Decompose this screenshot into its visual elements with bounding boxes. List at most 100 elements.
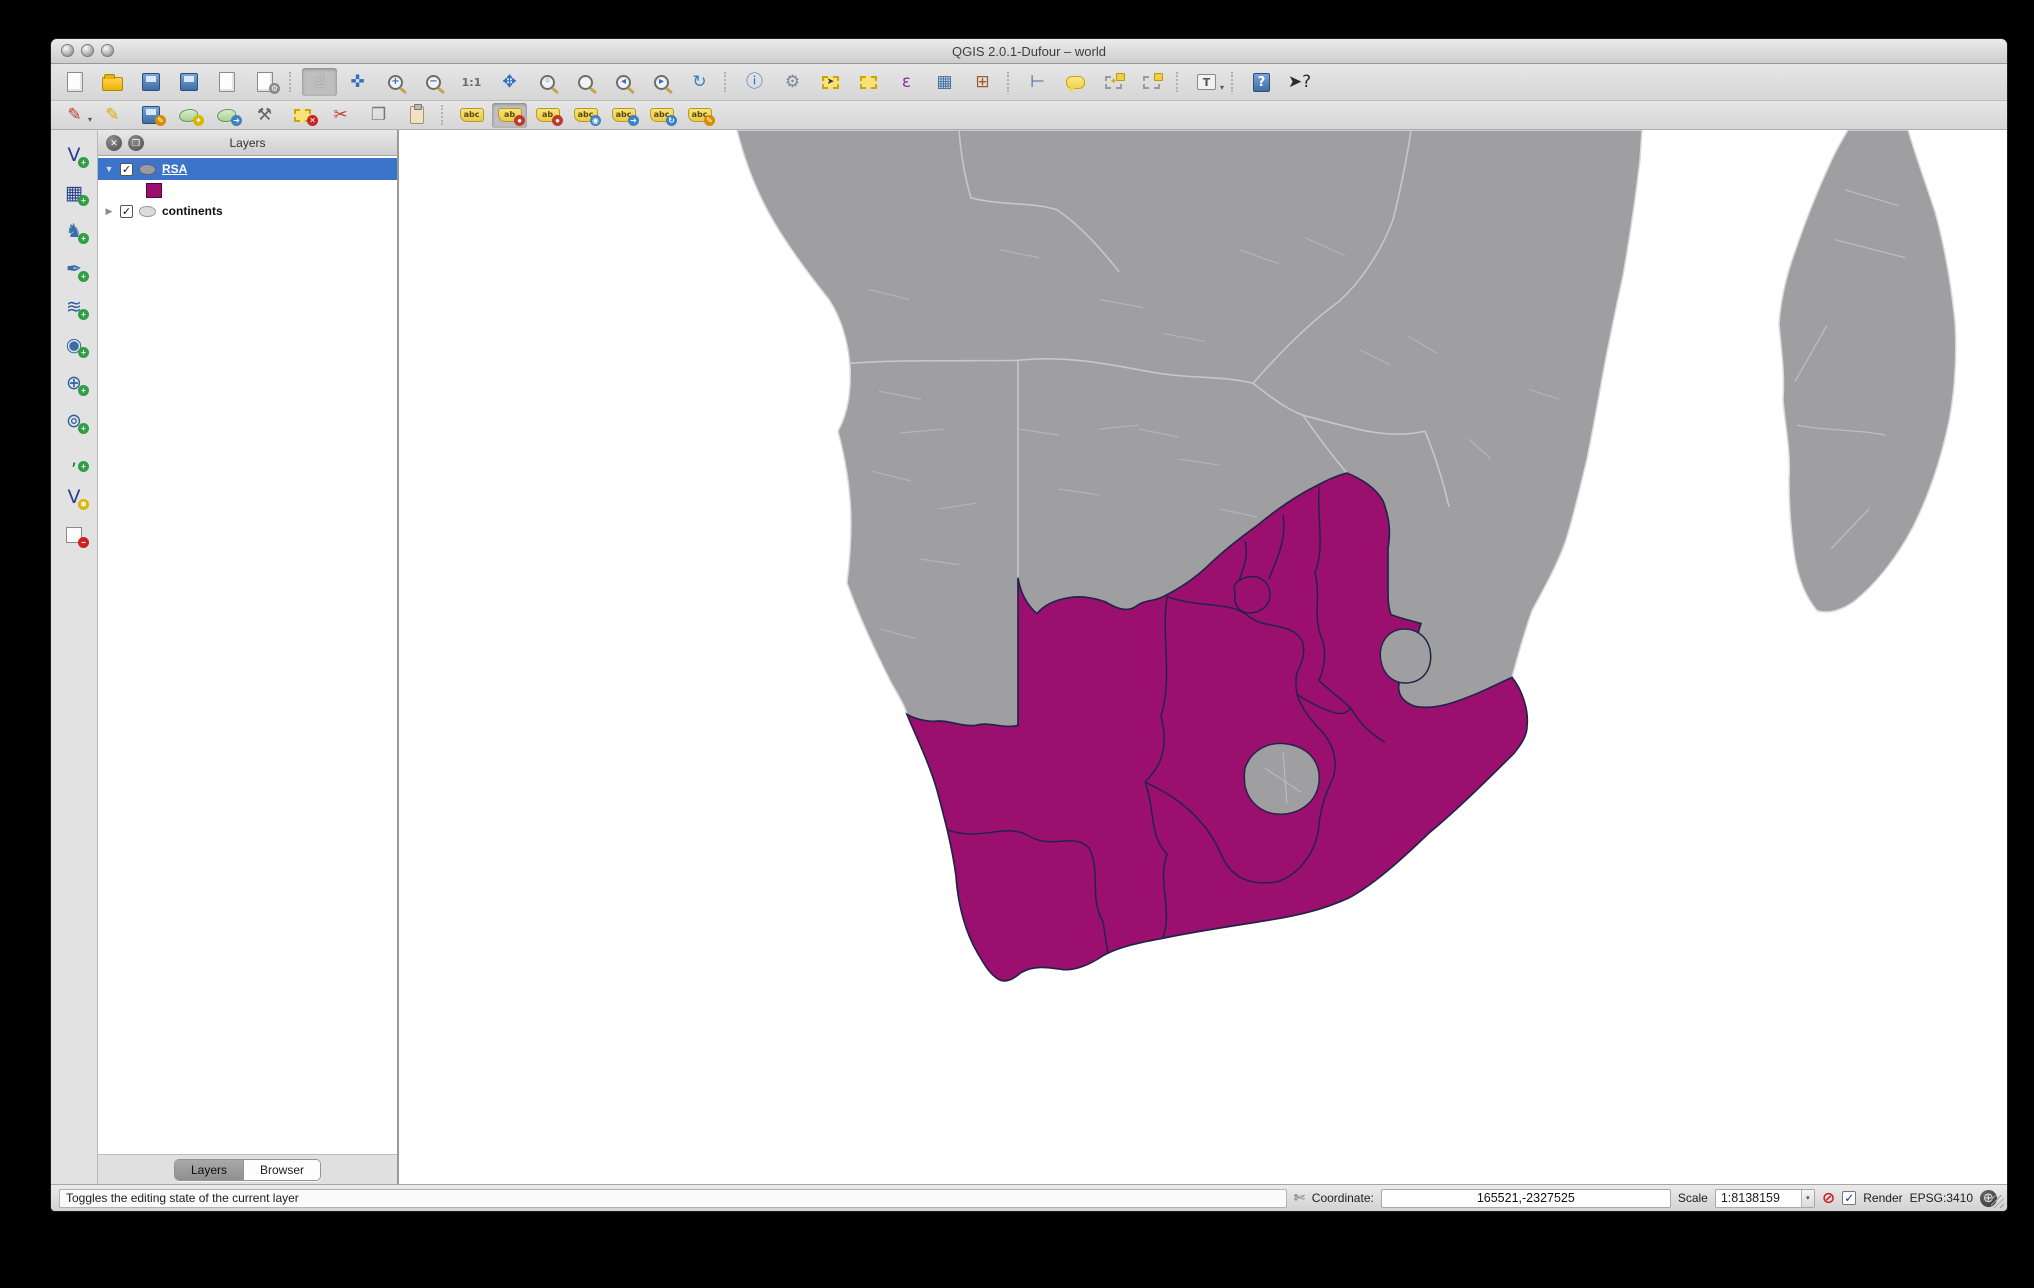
float-panel-icon[interactable]: ❒ [128, 135, 144, 151]
zoom-last-button[interactable]: ◂ [606, 68, 641, 96]
red-pencils-icon: ✎ [67, 107, 81, 124]
zoom-next-icon: ▸ [654, 75, 669, 90]
expander-icon[interactable]: ▶ [104, 206, 114, 217]
minimize-window-button[interactable] [81, 44, 94, 57]
label-move-button[interactable]: abc ➜ [606, 103, 641, 128]
zoom-to-layer-button[interactable] [568, 68, 603, 96]
scale-label: Scale [1678, 1191, 1708, 1205]
label-toggle-display-button[interactable]: abc ◉ [568, 103, 603, 128]
paste-features-button[interactable] [399, 103, 434, 128]
panel-tab-bar: Layers Browser [98, 1154, 397, 1184]
zoom-in-button[interactable]: + [378, 68, 413, 96]
polygon-layer-icon [139, 206, 156, 217]
save-project-as-button[interactable] [171, 68, 206, 96]
current-edits-button[interactable]: ✎ ▾ [57, 103, 92, 128]
swaziland-enclave [1380, 629, 1430, 683]
field-calculator-button[interactable]: ⊞ [965, 68, 1000, 96]
map-tips-button[interactable] [1058, 68, 1093, 96]
chevron-down-icon[interactable]: ▾ [1801, 1190, 1814, 1207]
refresh-map-button[interactable]: ↻ [682, 68, 717, 96]
select-by-expression-button[interactable]: ε [889, 68, 924, 96]
add-feature-button[interactable]: ✦ [171, 103, 206, 128]
node-tool-button[interactable]: ⚒ [247, 103, 282, 128]
coordinate-label: Coordinate: [1312, 1191, 1374, 1205]
save-as-icon [180, 73, 198, 91]
add-postgis-layer-button[interactable]: ♞ + [57, 216, 91, 246]
layer-row-continents[interactable]: ▶ ✓ continents [98, 200, 397, 222]
toolbar-separator [724, 72, 730, 92]
delete-selected-button[interactable]: ✕ [285, 103, 320, 128]
open-project-button[interactable] [95, 68, 130, 96]
render-checkbox[interactable]: ✓ [1842, 1191, 1856, 1205]
add-spatialite-layer-button[interactable]: ✒ + [57, 254, 91, 284]
coordinate-toggle-icon[interactable]: ✄ [1294, 1190, 1305, 1206]
composer-manager-button[interactable]: ⚙ [247, 68, 282, 96]
zoom-full-icon: ✥ [502, 74, 516, 91]
new-shapefile-layer-button[interactable]: V ✱ [57, 482, 91, 512]
label-hold-button[interactable]: ab ● [530, 103, 565, 128]
cut-features-button[interactable]: ✂ [323, 103, 358, 128]
tab-layers[interactable]: Layers [175, 1160, 243, 1180]
deselect-features-button[interactable] [851, 68, 886, 96]
layer-label[interactable]: continents [162, 204, 223, 218]
zoom-1-1-icon: 1:1 [462, 77, 482, 88]
new-print-composer-button[interactable] [209, 68, 244, 96]
add-wfs-layer-button[interactable]: ⊚ + [57, 406, 91, 436]
save-layer-edits-button[interactable]: ✎ [133, 103, 168, 128]
open-attribute-table-button[interactable]: ▦ [927, 68, 962, 96]
zoom-to-selection-button[interactable]: ◦ [530, 68, 565, 96]
show-bookmarks-button[interactable] [1134, 68, 1169, 96]
add-delimited-text-layer-button[interactable]: , + [57, 444, 91, 474]
map-svg [399, 130, 2007, 1184]
text-annotation-button[interactable]: T ▾ [1189, 68, 1224, 96]
move-feature-button[interactable]: ➜ [209, 103, 244, 128]
pan-map-button[interactable]: ☝ [302, 68, 337, 96]
stop-render-icon[interactable]: ⊘ [1822, 1188, 1835, 1208]
zoom-out-button[interactable]: − [416, 68, 451, 96]
zoom-full-button[interactable]: ✥ [492, 68, 527, 96]
scale-combo[interactable]: 1:8138159 ▾ [1715, 1189, 1815, 1208]
run-feature-action-button[interactable]: ⚙ [775, 68, 810, 96]
new-bookmark-button[interactable]: ✦ [1096, 68, 1131, 96]
add-wms-layer-button[interactable]: ⊕ + [57, 368, 91, 398]
copy-pages-icon: ❐ [371, 107, 386, 124]
remove-layer-button[interactable]: − [57, 520, 91, 550]
add-raster-layer-button[interactable]: ▦ + [57, 178, 91, 208]
tab-browser[interactable]: Browser [243, 1160, 320, 1180]
layer-row-rsa[interactable]: ▼ ✓ RSA [98, 158, 397, 180]
title-bar: QGIS 2.0.1-Dufour – world [51, 39, 2007, 64]
add-vector-layer-button[interactable]: V + [57, 140, 91, 170]
madagascar [1779, 130, 1956, 612]
map-canvas[interactable] [399, 130, 2007, 1184]
layer-checkbox[interactable]: ✓ [120, 205, 133, 218]
expander-icon[interactable]: ▼ [104, 164, 114, 174]
close-panel-icon[interactable]: ✕ [106, 135, 122, 151]
zoom-window-button[interactable] [101, 44, 114, 57]
coordinate-input[interactable] [1381, 1189, 1671, 1208]
resize-grip[interactable] [1991, 1195, 2004, 1208]
close-window-button[interactable] [61, 44, 74, 57]
label-rotate-button[interactable]: abc ↻ [644, 103, 679, 128]
layer-checkbox[interactable]: ✓ [120, 163, 133, 176]
measure-line-button[interactable]: ⊢ [1020, 68, 1055, 96]
zoom-native-button[interactable]: 1:1 [454, 68, 489, 96]
whats-this-button[interactable]: ➤? [1282, 68, 1317, 96]
add-mssql-layer-button[interactable]: ≋ + [57, 292, 91, 322]
new-project-button[interactable] [57, 68, 92, 96]
zoom-next-button[interactable]: ▸ [644, 68, 679, 96]
rsa-color-swatch[interactable] [146, 183, 162, 198]
identify-features-button[interactable]: ⓘ [737, 68, 772, 96]
select-features-button[interactable]: ➤ [813, 68, 848, 96]
help-contents-button[interactable]: ? [1244, 68, 1279, 96]
label-properties-button[interactable]: abc ✎ [682, 103, 717, 128]
show-bookmarks-icon [1143, 76, 1160, 89]
add-oracle-layer-button[interactable]: ◉ + [57, 330, 91, 360]
labeling-button[interactable]: abc [454, 103, 489, 128]
copy-features-button[interactable]: ❐ [361, 103, 396, 128]
label-pin-button[interactable]: ab ● [492, 103, 527, 128]
manage-layers-toolbar: V + ▦ + ♞ + ✒ + ≋ + [51, 130, 97, 1184]
pan-to-selection-button[interactable]: ✜ [340, 68, 375, 96]
layer-label[interactable]: RSA [162, 162, 187, 176]
save-project-button[interactable] [133, 68, 168, 96]
toggle-editing-button[interactable]: ✎ [95, 103, 130, 128]
